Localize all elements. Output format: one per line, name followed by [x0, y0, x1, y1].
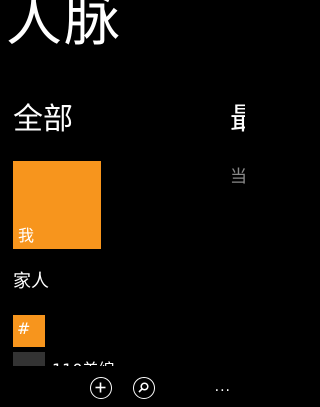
- pivot-header-next[interactable]: 最: [230, 105, 245, 135]
- more-menu-button[interactable]: ...: [215, 380, 231, 394]
- app-bar: ...: [0, 366, 245, 407]
- me-tile-label: 我: [18, 226, 35, 245]
- plus-icon: [95, 382, 106, 393]
- add-button[interactable]: [90, 377, 112, 399]
- app-title: 人脉: [6, 0, 122, 54]
- search-button[interactable]: [133, 377, 155, 399]
- pivot-next-peek-text: 当: [230, 167, 245, 187]
- me-tile[interactable]: 我: [13, 161, 101, 249]
- group-family[interactable]: 家人: [13, 267, 49, 293]
- pivot-header-all[interactable]: 全部: [13, 105, 73, 135]
- search-icon: [138, 382, 149, 393]
- jump-list-label: #: [17, 319, 31, 338]
- jump-list-tile[interactable]: #: [13, 315, 45, 347]
- people-hub-screen: 人脉 全部 最 当 我 家人 # 110美编 ...: [0, 0, 245, 407]
